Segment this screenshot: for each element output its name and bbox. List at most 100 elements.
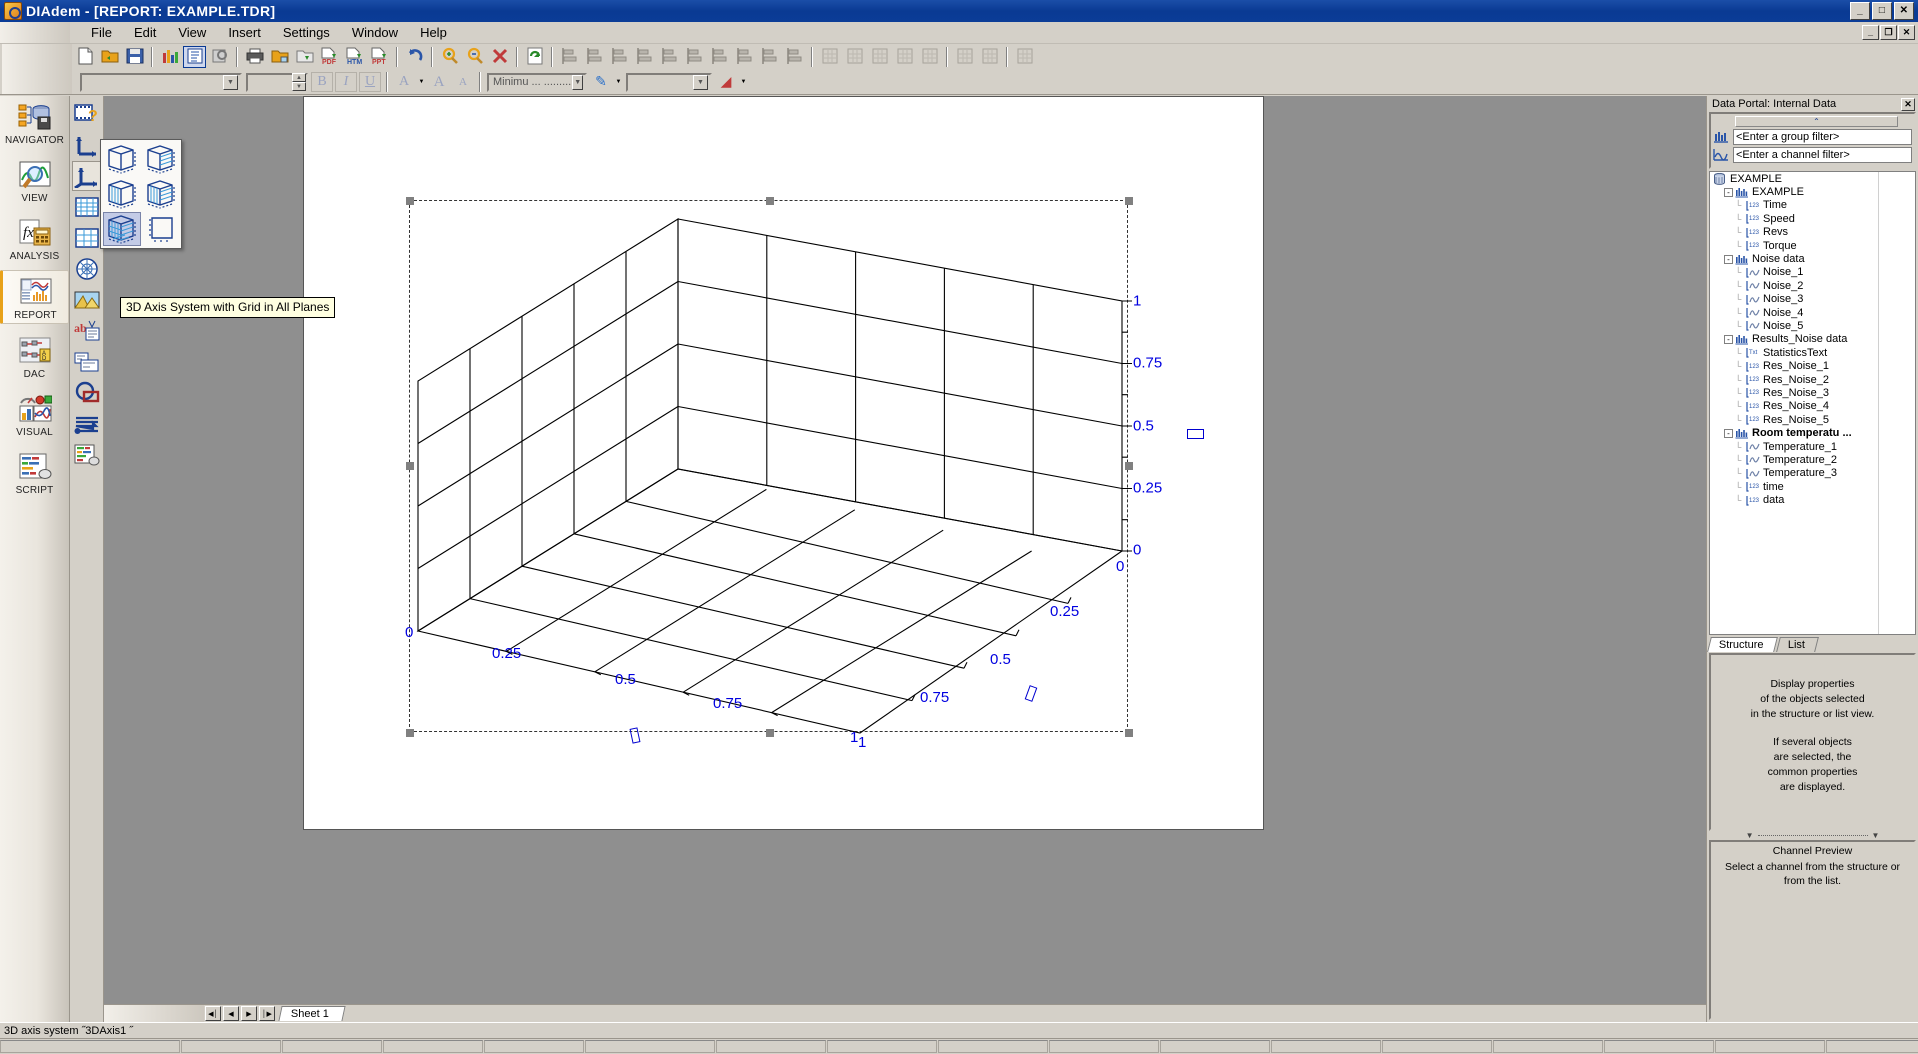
mdi-close-button[interactable]: ✕ (1898, 25, 1915, 40)
channel-filter-input[interactable] (1733, 147, 1912, 163)
tree-expander[interactable]: - (1724, 334, 1733, 344)
flyout-3d-axis-no-grid[interactable] (142, 212, 180, 246)
tree-expander[interactable]: - (1724, 428, 1733, 438)
collapse-filters-button[interactable]: ⌃ (1735, 116, 1898, 127)
tool-2d-axis[interactable] (72, 130, 102, 160)
export-clipboard-button[interactable] (293, 46, 316, 68)
tree-item-example[interactable]: EXAMPLE (1710, 172, 1915, 186)
text-color-button[interactable]: A (393, 72, 415, 92)
minimize-button[interactable]: _ (1850, 2, 1870, 20)
tool-picture[interactable] (72, 285, 102, 315)
tree-item-noise-data[interactable]: - Noise data (1710, 252, 1915, 265)
tree-item-temperature-1[interactable]: └ Temperature_1 (1710, 440, 1915, 453)
fill-color-button[interactable]: ◢ (715, 72, 737, 92)
sheet-tab-sheet1[interactable]: Sheet 1 (278, 1006, 346, 1021)
zoom-out-button[interactable] (463, 46, 486, 68)
splitter-up-chevron-icon[interactable]: ▼ (1746, 831, 1754, 840)
tree-item-speed[interactable]: └ 123 Speed (1710, 212, 1915, 225)
rail-item-script[interactable]: SCRIPT (0, 446, 69, 498)
tree-item-room-temperatu[interactable]: - Room temperatu ... (1710, 426, 1915, 439)
layout-clear-button[interactable] (978, 46, 1001, 68)
report-sheet[interactable]: 1 0.75 0.5 0.25 0 0 0.25 0.5 0.75 1 0 0.… (303, 96, 1264, 830)
new-document-button[interactable] (73, 46, 96, 68)
tool-text[interactable]: ab (72, 316, 102, 346)
tree-item-noise-1[interactable]: └ Noise_1 (1710, 266, 1915, 279)
menu-item-settings[interactable]: Settings (272, 22, 341, 43)
rail-item-navigator[interactable]: NAVIGATOR (0, 96, 69, 148)
tree-item-temperature-2[interactable]: └ Temperature_2 (1710, 453, 1915, 466)
same-width-button[interactable] (758, 46, 781, 68)
italic-button[interactable]: I (335, 72, 357, 92)
zoom-in-button[interactable] (438, 46, 461, 68)
rail-item-report[interactable]: REPORT (0, 270, 69, 324)
export-graphic-button[interactable] (268, 46, 291, 68)
chevron-down-icon[interactable]: ▼ (223, 74, 238, 90)
data-portal-close-icon[interactable]: ✕ (1901, 97, 1915, 111)
group-filter-input[interactable] (1733, 129, 1912, 145)
bold-button[interactable]: B (311, 72, 333, 92)
next-sheet-button[interactable]: ▶ (241, 1006, 257, 1021)
line-style-combo[interactable]: Minimu ... ....................... ▼ (487, 72, 587, 92)
grow-font-button[interactable]: A (428, 72, 450, 92)
chart-view-button[interactable] (158, 46, 181, 68)
tree-item-res-noise-1[interactable]: └ 123 Res_Noise_1 (1710, 359, 1915, 372)
tree-item-time[interactable]: └ 123 Time (1710, 199, 1915, 212)
layout-assign-button[interactable] (953, 46, 976, 68)
align-left-button[interactable] (558, 46, 581, 68)
tree-item-example[interactable]: - EXAMPLE (1710, 185, 1915, 198)
tool-table-2[interactable] (72, 223, 102, 253)
line-weight-chevron-down-icon[interactable]: ▼ (693, 74, 708, 90)
data-portal-tree[interactable]: EXAMPLE - EXAMPLE └ 123 Time └ 123 Speed └ 123 Revs… (1709, 171, 1916, 635)
undo-button[interactable] (403, 46, 426, 68)
menu-item-window[interactable]: Window (341, 22, 409, 43)
tree-item-noise-5[interactable]: └ Noise_5 (1710, 319, 1915, 332)
close-button[interactable]: ✕ (1894, 2, 1914, 20)
flyout-3d-axis-plain[interactable] (103, 142, 141, 176)
grid-new-button[interactable] (818, 46, 841, 68)
tree-item-res-noise-4[interactable]: └ 123 Res_Noise_4 (1710, 400, 1915, 413)
report-structure-button[interactable] (183, 46, 206, 68)
distribute-h-button[interactable] (708, 46, 731, 68)
mdi-restore-button[interactable]: ❐ (1880, 25, 1897, 40)
tree-item-res-noise-3[interactable]: └ 123 Res_Noise_3 (1710, 386, 1915, 399)
tree-item-res-noise-2[interactable]: └ 123 Res_Noise_2 (1710, 373, 1915, 386)
align-right-button[interactable] (583, 46, 606, 68)
tool-3d-axis[interactable] (72, 161, 102, 191)
tab-structure[interactable]: Structure (1707, 636, 1778, 652)
z-axis-label-anchor[interactable] (1187, 429, 1204, 439)
prev-sheet-button[interactable]: ◀ (223, 1006, 239, 1021)
tool-table[interactable] (72, 192, 102, 222)
panel-splitter[interactable]: ▼ ▼ (1709, 831, 1916, 840)
last-sheet-button[interactable]: │▶ (259, 1006, 275, 1021)
shrink-font-button[interactable]: A (452, 72, 474, 92)
tool-polar-axis[interactable] (72, 254, 102, 284)
rail-item-analysis[interactable]: fx ANALYSIS (0, 212, 69, 264)
export-ppt-button[interactable]: PPT (368, 46, 391, 68)
line-weight-combo[interactable]: ▼ (626, 72, 712, 92)
line-style-chevron-down-icon[interactable]: ▼ (572, 74, 583, 90)
distribute-v-button[interactable] (733, 46, 756, 68)
menu-item-view[interactable]: View (167, 22, 217, 43)
flyout-3d-axis-grid-two-planes[interactable] (142, 177, 180, 211)
grid-insert-col-button[interactable] (893, 46, 916, 68)
underline-button[interactable]: U (359, 72, 381, 92)
flyout-3d-axis-grid-left[interactable] (103, 177, 141, 211)
export-pdf-button[interactable]: PDF (318, 46, 341, 68)
pen-color-chevron-down-icon[interactable]: ▼ (613, 76, 624, 89)
mdi-minimize-button[interactable]: _ (1862, 25, 1879, 40)
tree-expander[interactable]: - (1724, 254, 1733, 264)
tool-lines[interactable] (72, 409, 102, 439)
tree-item-res-noise-5[interactable]: └ 123 Res_Noise_5 (1710, 413, 1915, 426)
pen-color-button[interactable]: ✎ (590, 72, 612, 92)
menu-item-help[interactable]: Help (409, 22, 458, 43)
tree-expander[interactable]: - (1724, 187, 1733, 197)
tree-item-noise-3[interactable]: └ Noise_3 (1710, 293, 1915, 306)
3d-axis-flyout-palette[interactable] (100, 139, 182, 249)
tree-item-temperature-3[interactable]: └ Temperature_3 (1710, 467, 1915, 480)
flyout-3d-axis-grid-back[interactable] (142, 142, 180, 176)
tree-item-statisticstext[interactable]: └ Txt StatisticsText (1710, 346, 1915, 359)
font-family-combo[interactable]: ▼ (80, 72, 242, 92)
tree-item-torque[interactable]: └ 123 Torque (1710, 239, 1915, 252)
rail-item-view[interactable]: VIEW (0, 154, 69, 206)
tool-variable-box[interactable] (72, 347, 102, 377)
